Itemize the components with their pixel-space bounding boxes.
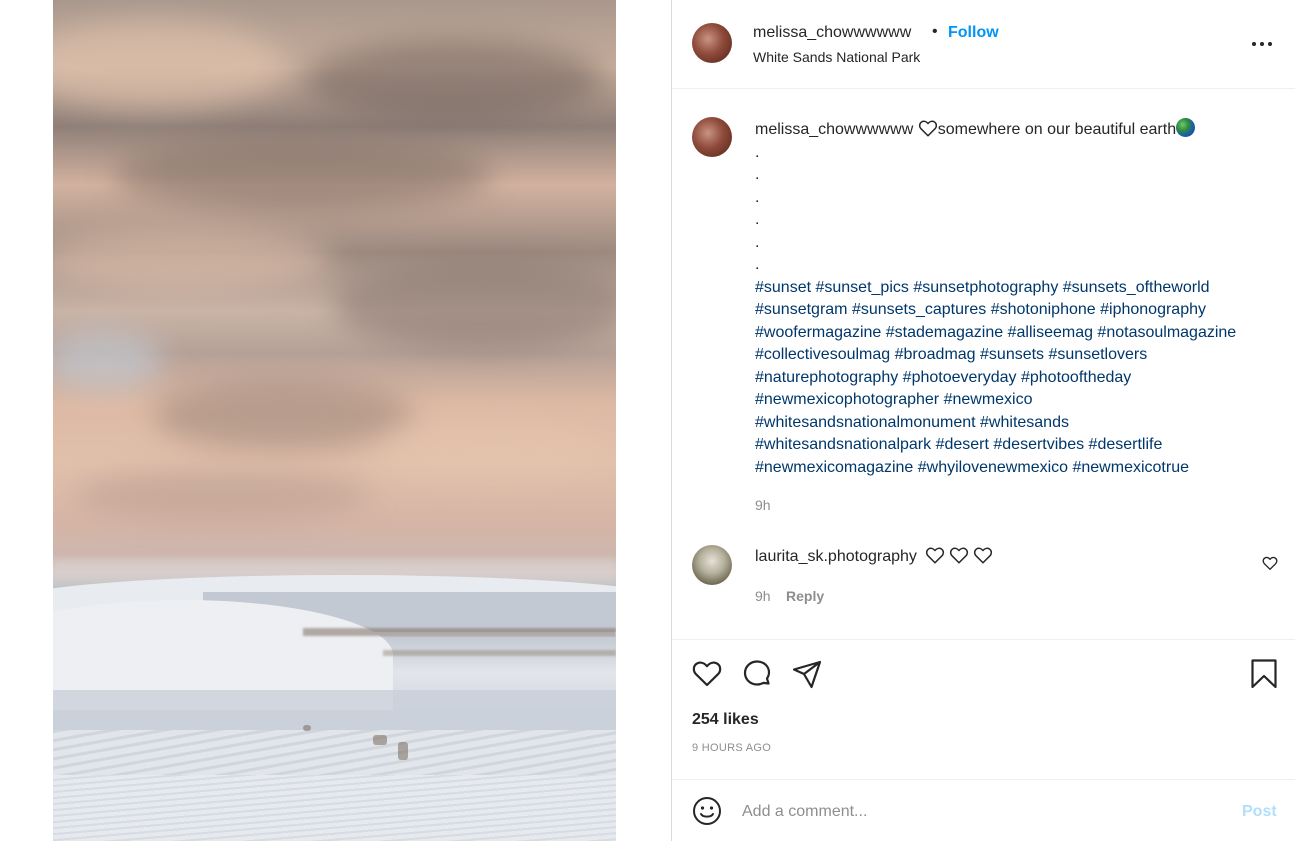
cloud-shape — [153, 380, 413, 450]
likes-count[interactable]: 254 likes — [692, 711, 759, 729]
comment-input[interactable] — [742, 798, 1222, 826]
brush-shape — [303, 725, 311, 731]
caption-username[interactable]: melissa_chowwwwww — [755, 121, 913, 138]
post-actions: 254 likes 9 HOURS AGO — [672, 639, 1295, 779]
comment-item: laurita_sk.photography — [755, 546, 993, 569]
caption-timestamp[interactable]: 9h — [755, 497, 771, 513]
vegetation-band — [303, 628, 616, 636]
post-media-area — [0, 0, 672, 841]
post-timestamp[interactable]: 9 HOURS AGO — [692, 742, 771, 754]
post-side-panel: melissa_chowwwwww • Follow White Sands N… — [672, 0, 1295, 841]
follow-button[interactable]: Follow — [948, 24, 999, 42]
author-username[interactable]: melissa_chowwwwww — [753, 24, 911, 42]
hashtag-line[interactable]: #woofermagazine #stademagazine #alliseem… — [755, 322, 1285, 345]
cloud-shape — [113, 140, 493, 210]
share-paper-plane-icon[interactable] — [791, 658, 823, 690]
caption-dot-line: . — [755, 166, 760, 183]
caption-dot-line: . — [755, 233, 760, 251]
hashtag-line[interactable]: #naturephotography #photoeveryday #photo… — [755, 367, 1285, 390]
cloud-shape — [73, 470, 373, 520]
comment-like-icon[interactable] — [1262, 555, 1278, 571]
post-caption: melissa_chowwwwww somewhere on our beaut… — [755, 118, 1285, 479]
comment-timestamp: 9h — [755, 588, 771, 604]
more-options-icon[interactable] — [1250, 32, 1274, 56]
caption-dot-line: . — [755, 211, 760, 228]
hashtag-line[interactable]: #sunset #sunset_pics #sunsetphotography … — [755, 277, 1285, 300]
heart-outline-icon — [918, 120, 937, 137]
hashtag-line[interactable]: #newmexicophotographer #newmexico — [755, 389, 1285, 412]
comment-bubble-icon[interactable] — [741, 658, 773, 690]
brush-shape — [398, 742, 408, 760]
heart-outline-icon — [950, 547, 969, 564]
foreground-dune — [53, 775, 616, 841]
commenter-avatar[interactable] — [692, 545, 732, 585]
reply-button[interactable]: Reply — [786, 588, 824, 604]
cloud-shape — [373, 420, 613, 480]
add-comment-section: Post — [672, 779, 1295, 841]
emoji-smiley-icon[interactable] — [692, 796, 722, 826]
caption-dots: ...... — [755, 142, 1285, 277]
like-heart-icon[interactable] — [691, 658, 723, 690]
caption-hashtags: #sunset #sunset_pics #sunsetphotography … — [755, 277, 1285, 480]
author-avatar[interactable] — [692, 23, 732, 63]
hashtag-line[interactable]: #collectivesoulmag #broadmag #sunsets #s… — [755, 344, 1285, 367]
cloud-shape — [53, 20, 283, 110]
caption-author-avatar[interactable] — [692, 117, 732, 157]
vegetation-band — [383, 650, 616, 656]
brush-shape — [373, 735, 387, 745]
hashtag-line[interactable]: #whitesandsnationalpark #desert #desertv… — [755, 434, 1285, 457]
cloud-shape — [53, 330, 163, 390]
caption-dot-line: . — [755, 256, 760, 273]
hashtag-line[interactable]: #newmexicomagazine #whyilovenewmexico #n… — [755, 457, 1285, 480]
cloud-shape — [333, 260, 616, 350]
comment-hearts — [921, 546, 993, 569]
hashtag-line[interactable]: #sunsetgram #sunsets_captures #shotoniph… — [755, 299, 1285, 322]
heart-outline-icon — [974, 547, 993, 564]
post-photo[interactable] — [53, 0, 616, 841]
post-header: melissa_chowwwwww • Follow White Sands N… — [672, 0, 1295, 89]
heart-outline-icon — [926, 547, 945, 564]
globe-emoji-icon — [1176, 118, 1196, 137]
caption-text: somewhere on our beautiful earth — [937, 121, 1177, 138]
commenter-username[interactable]: laurita_sk.photography — [755, 548, 917, 565]
header-separator: • — [932, 23, 938, 40]
save-bookmark-icon[interactable] — [1248, 658, 1280, 690]
cloud-shape — [53, 230, 333, 290]
hashtag-line[interactable]: #whitesandsnationalmonument #whitesands — [755, 412, 1285, 435]
dune-shadow — [53, 690, 616, 730]
post-comment-button[interactable]: Post — [1242, 803, 1277, 821]
location-link[interactable]: White Sands National Park — [753, 49, 920, 65]
cloud-shape — [303, 40, 603, 120]
caption-dot-line: . — [755, 188, 760, 206]
caption-dot-line: . — [755, 143, 760, 161]
